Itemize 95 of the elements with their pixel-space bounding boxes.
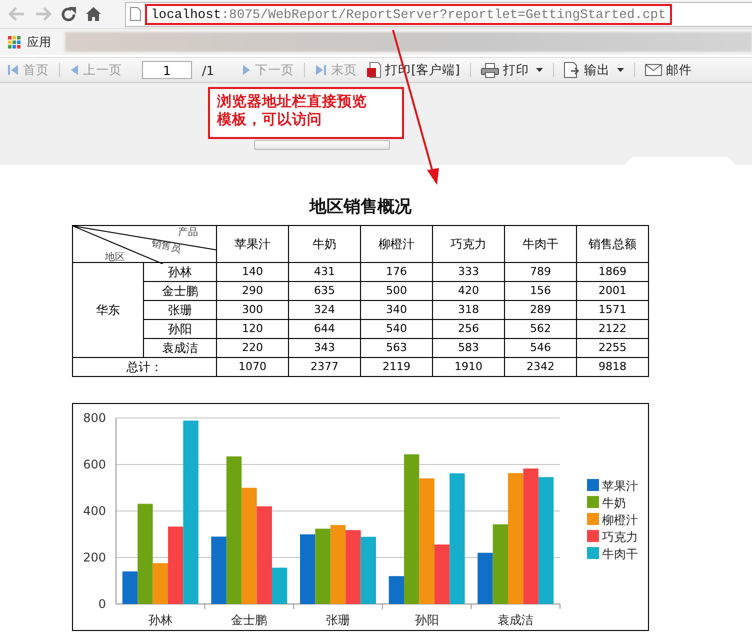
page-input[interactable]: 1 xyxy=(142,61,192,79)
callout-text: 模板，可以访问 xyxy=(217,111,323,129)
column-header: 苹果汁 xyxy=(216,226,288,262)
table-cell: 1869 xyxy=(576,262,648,282)
axis-label: 孙阳 xyxy=(414,613,439,627)
table-cell: 1070 xyxy=(216,358,288,376)
table-cell: 256 xyxy=(432,320,504,338)
table-cell: 420 xyxy=(432,282,504,300)
salesperson-cell: 袁成洁 xyxy=(144,338,216,358)
mail-icon xyxy=(644,64,662,76)
apps-icon[interactable] xyxy=(8,36,21,48)
url-text: localhost:8075/WebReport/ReportServer?reportlet=GettingStarted.cpt xyxy=(145,4,672,24)
table-cell: 343 xyxy=(288,338,360,358)
table-cell: 1571 xyxy=(576,300,648,320)
table-cell: 289 xyxy=(504,300,576,320)
page-icon xyxy=(130,7,141,21)
table-cell: 9818 xyxy=(576,358,648,376)
table-cell: 2255 xyxy=(576,338,648,358)
axis-label: 400 xyxy=(83,504,106,518)
column-header: 牛奶 xyxy=(288,226,360,262)
column-header: 销售总额 xyxy=(576,226,648,262)
table-cell: 176 xyxy=(360,262,432,282)
export-icon xyxy=(564,62,580,78)
table-cell: 635 xyxy=(288,282,360,300)
salesperson-cell: 张珊 xyxy=(144,300,216,320)
corner-label: 销售员 xyxy=(150,238,182,256)
salesperson-cell: 孙阳 xyxy=(144,320,216,338)
document-icon xyxy=(367,62,382,78)
table-cell: 140 xyxy=(216,262,288,282)
table-cell: 2122 xyxy=(576,320,648,338)
toolbar-button[interactable]: 打印 xyxy=(480,62,543,78)
address-bar[interactable]: localhost:8075/WebReport/ReportServer?reportlet=GettingStarted.cpt xyxy=(125,2,752,26)
table-cell: 120 xyxy=(216,320,288,338)
total-label: 总计： xyxy=(72,358,216,376)
toolbar-button[interactable]: 输出 xyxy=(564,62,624,78)
toolbar-button[interactable]: 邮件 xyxy=(644,62,692,78)
printer-icon xyxy=(480,62,499,78)
table-cell: 2342 xyxy=(504,358,576,376)
page-total: /1 xyxy=(202,62,214,78)
report-title: 地区销售概况 xyxy=(308,196,412,219)
column-header: 牛肉干 xyxy=(504,226,576,262)
region-cell: 华东 xyxy=(72,262,144,358)
table-cell: 431 xyxy=(288,262,360,282)
table-cell: 583 xyxy=(432,338,504,358)
bookmark-label[interactable]: 应用 xyxy=(27,34,51,50)
table-cell: 540 xyxy=(360,320,432,338)
previous-icon xyxy=(70,64,79,76)
corner-label: 产品 xyxy=(178,228,198,238)
salesperson-cell: 孙林 xyxy=(144,262,216,282)
axis-label: 0 xyxy=(98,597,106,611)
table-cell: 333 xyxy=(432,262,504,282)
last-page-icon xyxy=(315,64,328,76)
corner-label: 地区 xyxy=(105,253,125,263)
axis-label: 金士鹏 xyxy=(231,613,268,627)
reload-icon[interactable] xyxy=(60,6,77,22)
table-cell: 300 xyxy=(216,300,288,320)
table-cell: 290 xyxy=(216,282,288,300)
axis-label: 张珊 xyxy=(326,613,350,627)
bar xyxy=(360,536,376,604)
table-cell: 2001 xyxy=(576,282,648,300)
table-cell: 2377 xyxy=(288,358,360,376)
forward-icon[interactable] xyxy=(34,6,52,22)
table-cell: 562 xyxy=(504,320,576,338)
callout-text: 浏览器地址栏直接预览 xyxy=(217,93,368,111)
legend-label: 柳橙汁 xyxy=(602,513,638,527)
column-header: 柳橙汁 xyxy=(360,226,432,262)
salesperson-cell: 金士鹏 xyxy=(144,282,216,300)
table-cell: 220 xyxy=(216,338,288,358)
legend-label: 牛肉干 xyxy=(602,547,638,561)
bar xyxy=(300,534,316,604)
table-cell: 644 xyxy=(288,320,360,338)
axis-label: 200 xyxy=(83,550,106,564)
table-cell: 340 xyxy=(360,300,432,320)
legend-label: 巧克力 xyxy=(602,530,638,544)
legend-label: 苹果汁 xyxy=(602,479,638,493)
table-cell: 156 xyxy=(504,282,576,300)
legend-label: 牛奶 xyxy=(602,496,626,510)
axis-label: 800 xyxy=(83,411,106,425)
table-cell: 546 xyxy=(504,338,576,358)
home-icon[interactable] xyxy=(85,6,102,22)
back-icon[interactable] xyxy=(8,6,26,22)
table-cell: 1910 xyxy=(432,358,504,376)
query-button[interactable] xyxy=(254,140,390,150)
axis-label: 孙林 xyxy=(148,613,172,627)
table-cell: 500 xyxy=(360,282,432,300)
axis-label: 600 xyxy=(83,458,106,472)
first-page-icon xyxy=(7,64,19,76)
table-cell: 563 xyxy=(360,338,432,358)
axis-label: 袁成洁 xyxy=(498,613,534,627)
table-cell: 318 xyxy=(432,300,504,320)
next-icon xyxy=(242,64,252,76)
table-cell: 324 xyxy=(288,300,360,320)
column-header: 巧克力 xyxy=(432,226,504,262)
table-cell: 789 xyxy=(504,262,576,282)
table-cell: 2119 xyxy=(360,358,432,376)
